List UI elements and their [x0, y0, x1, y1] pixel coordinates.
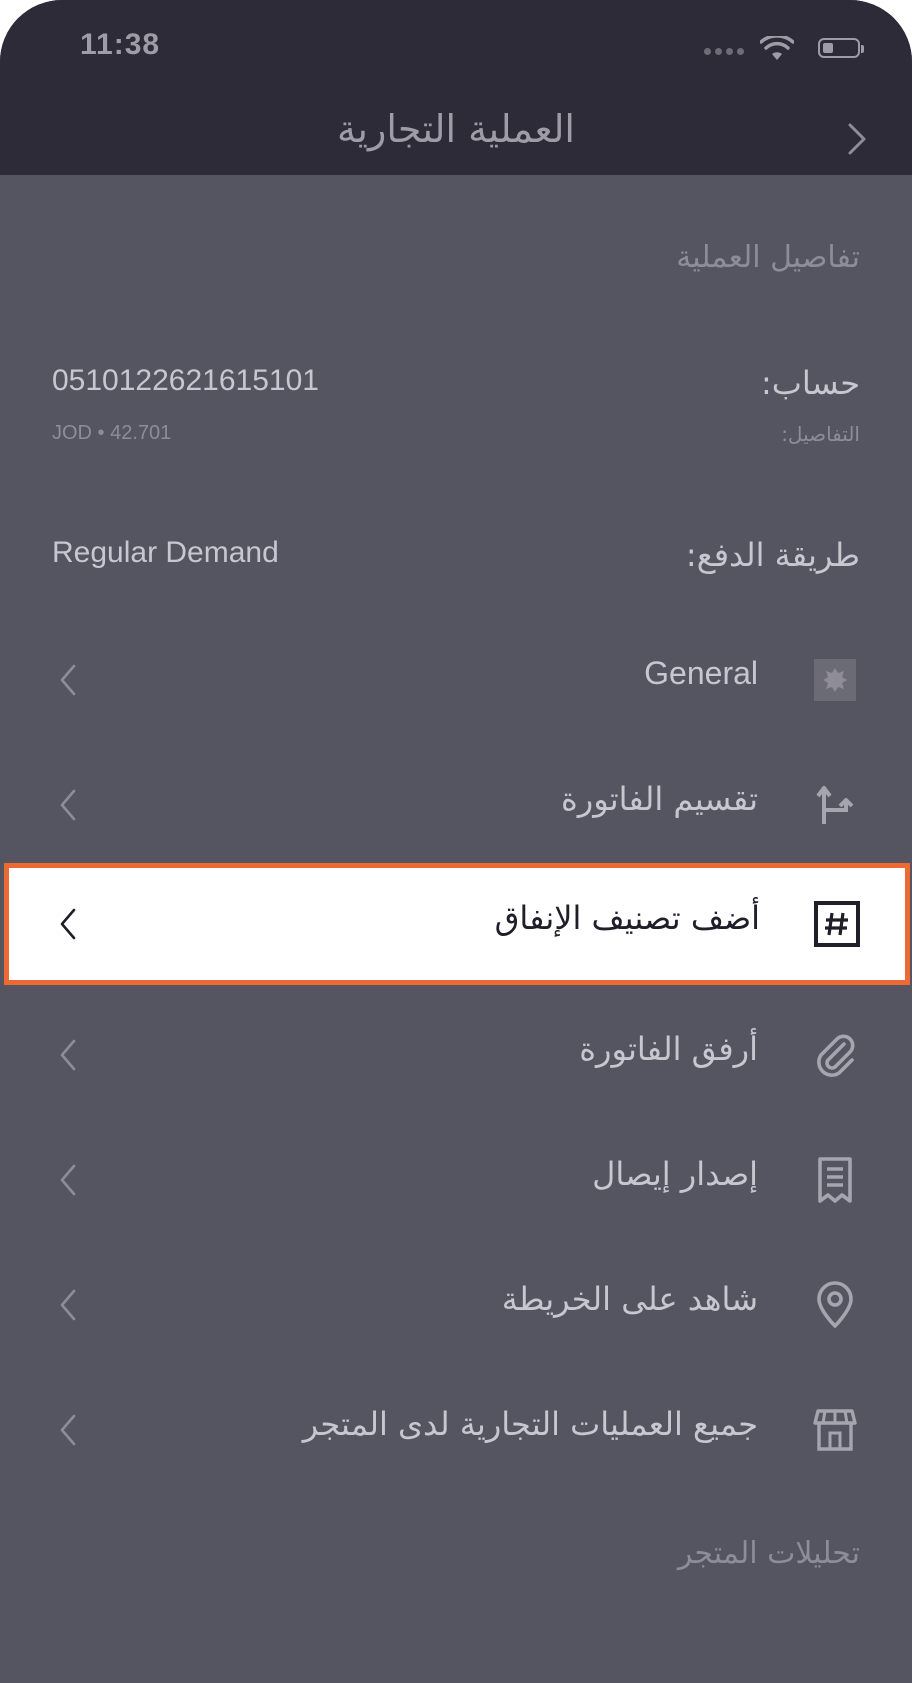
battery-icon — [818, 38, 864, 58]
paperclip-icon — [817, 1034, 855, 1077]
amount-line: JOD • 42.701 — [52, 422, 172, 444]
chevron-left-icon — [60, 664, 76, 696]
chevron-left-icon — [60, 1289, 76, 1321]
chevron-right-icon[interactable] — [842, 119, 872, 159]
chevron-left-icon — [60, 1039, 76, 1071]
attach-invoice-row[interactable]: أرفق الفاتورة — [0, 1000, 912, 1110]
view-on-map-row[interactable]: شاهد على الخريطة — [0, 1250, 912, 1360]
chevron-left-icon — [60, 1164, 76, 1196]
wifi-icon — [760, 36, 794, 60]
details-label: التفاصيل: — [781, 422, 860, 446]
account-label: حساب: — [761, 364, 860, 402]
location-pin-icon — [817, 1281, 853, 1328]
split-bill-label: تقسيم الفاتورة — [561, 780, 758, 818]
signal-icon — [704, 48, 744, 55]
store-icon — [813, 1409, 857, 1451]
attach-invoice-label: أرفق الفاتورة — [579, 1030, 758, 1068]
page-title: العملية التجارية — [337, 107, 575, 151]
chevron-left-icon — [60, 789, 76, 821]
hashtag-icon — [814, 901, 860, 947]
status-bar: 11:38 — [0, 0, 912, 95]
status-time: 11:38 — [80, 28, 161, 61]
category-row[interactable]: General — [0, 625, 912, 735]
merchant-analytics-title: تحليلات المتجر — [677, 1536, 860, 1571]
payment-method-label: طريقة الدفع: — [685, 536, 860, 574]
category-label: General — [644, 655, 758, 691]
merchant-transactions-row[interactable]: جميع العمليات التجارية لدى المتجر — [0, 1375, 912, 1485]
payment-method-value: Regular Demand — [52, 536, 279, 569]
receipt-icon — [818, 1157, 852, 1203]
details-section-title: تفاصيل العملية — [676, 240, 860, 275]
issue-receipt-row[interactable]: إصدار إيصال — [0, 1125, 912, 1235]
split-bill-row[interactable]: تقسيم الفاتورة — [0, 750, 912, 860]
view-on-map-label: شاهد على الخريطة — [501, 1280, 758, 1318]
chevron-left-icon — [60, 1414, 76, 1446]
phone-screen: 11:38 العملية التجارية تفاصيل العملية حس… — [0, 0, 912, 1683]
merchant-transactions-label: جميع العمليات التجارية لدى المتجر — [302, 1405, 758, 1443]
navigation-bar: العملية التجارية — [0, 95, 912, 175]
category-icon — [814, 659, 856, 701]
issue-receipt-label: إصدار إيصال — [592, 1155, 758, 1193]
chevron-left-icon — [60, 908, 76, 940]
account-number: 0510122621615101 — [52, 364, 319, 397]
add-spending-category-row[interactable]: أضف تصنيف الإنفاق — [4, 863, 910, 985]
add-spending-category-label: أضف تصنيف الإنفاق — [494, 899, 760, 937]
split-icon — [816, 786, 854, 824]
